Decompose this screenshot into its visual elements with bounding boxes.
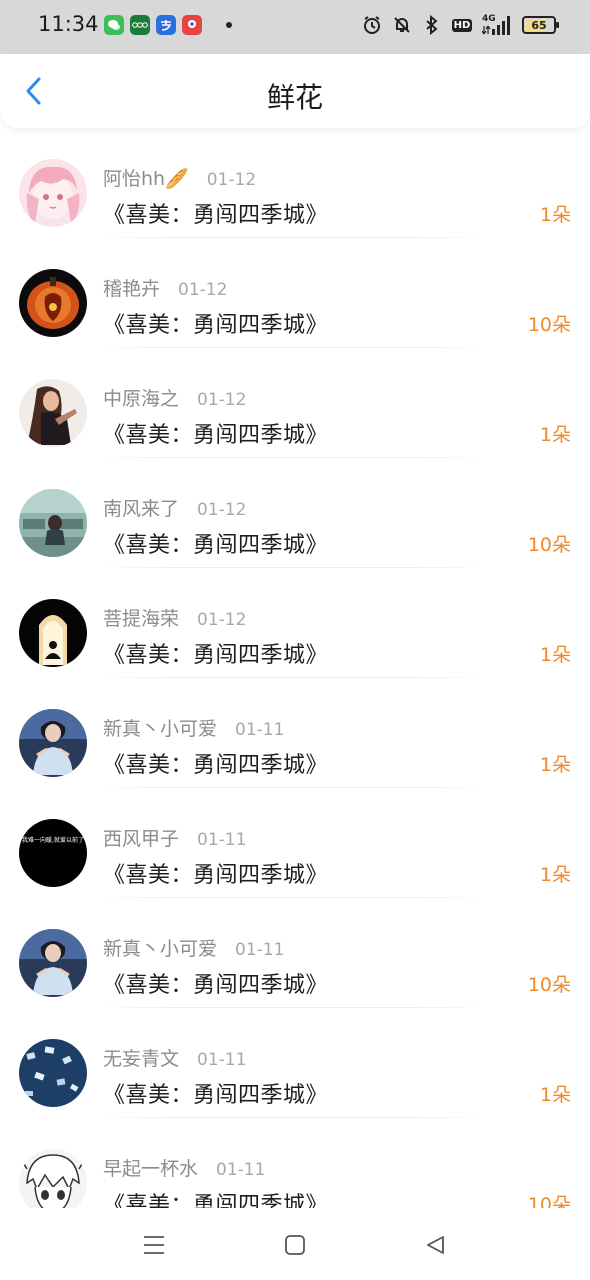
avatar[interactable]	[19, 1149, 87, 1208]
map-app-icon	[182, 15, 202, 35]
user-line: 菩提海荣 01-12	[103, 604, 246, 631]
triangle-back-icon	[427, 1236, 444, 1254]
wechat-app-icon	[104, 15, 124, 35]
date: 01-11	[216, 1160, 266, 1180]
flower-count: 10朵	[527, 534, 571, 556]
avatar[interactable]	[19, 1039, 87, 1107]
flower-list[interactable]: 阿怡hh🥖 01-12 《喜美：勇闯四季城》 1朵 稽艳卉 01-12 《喜美：…	[0, 128, 590, 1208]
username[interactable]: 菩提海荣	[103, 604, 179, 631]
book-title[interactable]: 《喜美：勇闯四季城》	[103, 747, 328, 779]
list-item[interactable]: 菩提海荣 01-12 《喜美：勇闯四季城》 1朵	[0, 568, 590, 678]
avatar[interactable]	[19, 159, 87, 227]
avatar[interactable]	[19, 929, 87, 997]
book-title[interactable]: 《喜美：勇闯四季城》	[103, 967, 328, 999]
list-item[interactable]: 阿怡hh🥖 01-12 《喜美：勇闯四季城》 1朵	[0, 128, 590, 238]
date: 01-12	[197, 500, 247, 520]
user-line: 无妄青文 01-11	[103, 1044, 246, 1071]
user-line: 新真丶小可爱 01-11	[103, 714, 284, 741]
home-square-icon	[285, 1235, 305, 1255]
header-bar: 鲜花	[0, 54, 590, 128]
book-title[interactable]: 《喜美：勇闯四季城》	[103, 1077, 328, 1109]
battery-icon: 65	[522, 16, 559, 34]
avatar[interactable]	[19, 269, 87, 337]
date: 01-11	[235, 720, 285, 740]
status-system-icons: HD 4G 65	[362, 14, 559, 36]
system-nav-bar	[0, 1208, 590, 1280]
user-line: 新真丶小可爱 01-11	[103, 934, 284, 961]
list-item[interactable]: 无妄青文 01-11 《喜美：勇闯四季城》 1朵	[0, 1008, 590, 1118]
mute-bell-icon	[392, 14, 412, 36]
user-line: 阿怡hh🥖 01-12	[103, 164, 256, 191]
username[interactable]: 西风甲子	[103, 824, 179, 851]
date: 01-12	[178, 280, 228, 300]
user-line: 西风甲子 01-11	[103, 824, 246, 851]
menu-button[interactable]	[139, 1230, 169, 1260]
flower-count: 10朵	[527, 1194, 571, 1208]
date: 01-11	[197, 830, 247, 850]
username[interactable]: 中原海之	[103, 384, 179, 411]
username[interactable]: 无妄青文	[103, 1044, 179, 1071]
book-title[interactable]: 《喜美：勇闯四季城》	[103, 857, 328, 889]
flower-count: 1朵	[539, 754, 571, 776]
book-title[interactable]: 《喜美：勇闯四季城》	[103, 527, 328, 559]
status-bar: 11:34 HD 4G 65	[0, 0, 590, 54]
avatar-caption: 我难一向暖,就爱以前了	[22, 836, 84, 844]
list-item[interactable]: 南风来了 01-12 《喜美：勇闯四季城》 10朵	[0, 458, 590, 568]
book-title[interactable]: 《喜美：勇闯四季城》	[103, 637, 328, 669]
book-title[interactable]: 《喜美：勇闯四季城》	[103, 197, 328, 229]
user-line: 中原海之 01-12	[103, 384, 246, 411]
date: 01-12	[197, 610, 247, 630]
flower-count: 1朵	[539, 204, 571, 226]
user-line: 南风来了 01-12	[103, 494, 246, 521]
signal-icon: 4G	[482, 14, 512, 36]
flower-count: 1朵	[539, 1084, 571, 1106]
back-nav-button[interactable]	[420, 1230, 450, 1260]
avatar[interactable]	[19, 599, 87, 667]
list-item[interactable]: 稽艳卉 01-12 《喜美：勇闯四季城》 10朵	[0, 238, 590, 348]
flower-count: 1朵	[539, 644, 571, 666]
date: 01-11	[197, 1050, 247, 1070]
user-line: 稽艳卉 01-12	[103, 274, 227, 301]
date: 01-11	[235, 940, 285, 960]
date: 01-12	[206, 170, 257, 190]
list-item[interactable]: 我难一向暖,就爱以前了 西风甲子 01-11 《喜美：勇闯四季城》 1朵	[0, 788, 590, 898]
list-item[interactable]: 新真丶小可爱 01-11 《喜美：勇闯四季城》 1朵	[0, 678, 590, 788]
book-title[interactable]: 《喜美：勇闯四季城》	[103, 307, 328, 339]
username[interactable]: 新真丶小可爱	[103, 714, 217, 741]
flower-count: 10朵	[527, 974, 571, 996]
flower-count: 1朵	[539, 424, 571, 446]
username[interactable]: 阿怡hh🥖	[103, 164, 189, 191]
alipay-app-icon	[156, 15, 176, 35]
book-title[interactable]: 《喜美：勇闯四季城》	[103, 417, 328, 449]
avatar[interactable]	[19, 379, 87, 447]
flower-count: 1朵	[539, 864, 571, 886]
notification-dot	[226, 22, 232, 28]
status-app-icons	[104, 15, 232, 35]
flower-count: 10朵	[527, 314, 571, 336]
list-item[interactable]: 早起一杯水 01-11 《喜美：勇闯四季城》 10朵	[0, 1118, 590, 1208]
username[interactable]: 稽艳卉	[103, 274, 160, 301]
date: 01-12	[197, 390, 247, 410]
username[interactable]: 早起一杯水	[103, 1154, 198, 1181]
avatar[interactable]: 我难一向暖,就爱以前了	[19, 819, 87, 887]
alarm-icon	[362, 14, 382, 36]
avatar[interactable]	[19, 709, 87, 777]
status-time: 11:34	[38, 12, 99, 36]
avatar[interactable]	[19, 489, 87, 557]
home-button[interactable]	[280, 1230, 310, 1260]
list-item[interactable]: 中原海之 01-12 《喜美：勇闯四季城》 1朵	[0, 348, 590, 458]
oppo-app-icon	[130, 15, 150, 35]
book-title[interactable]: 《喜美：勇闯四季城》	[103, 1187, 328, 1208]
menu-icon	[144, 1236, 164, 1254]
user-line: 早起一杯水 01-11	[103, 1154, 265, 1181]
username[interactable]: 新真丶小可爱	[103, 934, 217, 961]
network-type: 4G	[482, 14, 496, 24]
page-title: 鲜花	[266, 81, 323, 114]
bluetooth-icon	[422, 14, 442, 36]
list-item[interactable]: 新真丶小可爱 01-11 《喜美：勇闯四季城》 10朵	[0, 898, 590, 1008]
username[interactable]: 南风来了	[103, 494, 179, 521]
hd-icon: HD	[451, 18, 473, 32]
